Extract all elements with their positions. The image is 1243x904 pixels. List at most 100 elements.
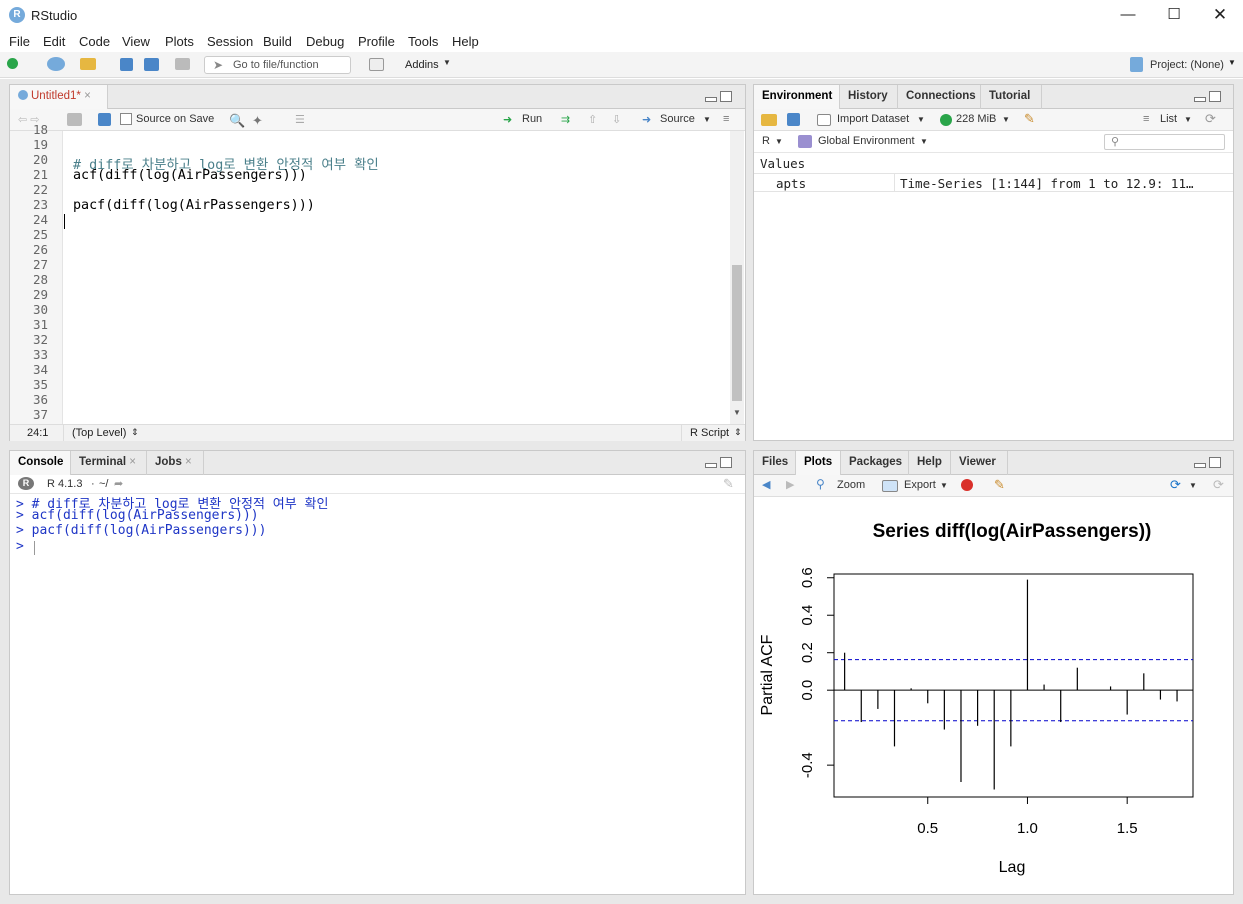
y-tick-label: 0.2 bbox=[799, 642, 816, 663]
refresh-icon[interactable]: ⟳ bbox=[1205, 111, 1216, 127]
run-arrow-icon: ➜ bbox=[503, 114, 513, 126]
forward-arrow-icon[interactable]: ▶ bbox=[786, 478, 794, 491]
open-folder-icon[interactable] bbox=[80, 58, 96, 70]
save-icon[interactable] bbox=[787, 113, 800, 126]
values-header: Values bbox=[754, 153, 1233, 173]
menu-help[interactable]: Help bbox=[452, 34, 479, 49]
back-arrow-icon[interactable]: ◀ bbox=[762, 478, 770, 491]
publish-icon[interactable]: ⟳ bbox=[1170, 477, 1181, 493]
clear-console-icon[interactable]: ✎ bbox=[723, 476, 734, 492]
broom-icon[interactable]: ✎ bbox=[1024, 111, 1035, 127]
tab-terminal[interactable]: Terminal × bbox=[71, 451, 147, 475]
tab-untitled1[interactable]: Untitled1* × bbox=[10, 85, 108, 109]
goto-file-input[interactable]: ➤ Go to file/function bbox=[204, 56, 351, 74]
maximize-icon[interactable]: ☐ bbox=[1151, 0, 1197, 30]
editor-scroll-thumb[interactable] bbox=[732, 265, 742, 401]
code-line-21[interactable]: acf(diff(log(AirPassengers))) bbox=[73, 168, 307, 183]
pane-layout-icon[interactable] bbox=[369, 58, 384, 71]
tab-history[interactable]: History bbox=[840, 85, 898, 109]
remove-plot-icon[interactable] bbox=[961, 479, 973, 491]
tab-environment[interactable]: Environment bbox=[754, 85, 840, 109]
goto-file-placeholder: Go to file/function bbox=[233, 59, 319, 71]
global-environment-selector[interactable]: Global Environment bbox=[818, 135, 915, 147]
tab-viewer[interactable]: Viewer bbox=[951, 451, 1008, 475]
working-dir[interactable]: ~/ bbox=[99, 478, 108, 490]
scroll-down-icon[interactable]: ▼ bbox=[733, 408, 741, 417]
pane-minmax-icons[interactable] bbox=[1192, 91, 1222, 103]
close-tab-icon[interactable]: × bbox=[129, 456, 136, 468]
tab-files[interactable]: Files bbox=[754, 451, 796, 475]
up-arrow-icon[interactable]: ⇧ bbox=[588, 113, 597, 126]
close-tab-icon[interactable]: × bbox=[185, 456, 192, 468]
tab-connections[interactable]: Connections bbox=[898, 85, 981, 109]
variable-value: Time-Series [1:144] from 1 to 12.9: 11… bbox=[900, 176, 1194, 191]
run-button[interactable]: Run bbox=[522, 113, 542, 125]
minimize-icon[interactable]: — bbox=[1105, 0, 1151, 30]
tab-packages[interactable]: Packages bbox=[841, 451, 909, 475]
env-row-apts[interactable]: apts Time-Series [1:144] from 1 to 12.9:… bbox=[754, 173, 1233, 192]
pane-minmax-icons[interactable] bbox=[703, 457, 733, 469]
print-icon[interactable] bbox=[175, 58, 190, 70]
magic-wand-icon[interactable]: ✦ bbox=[252, 113, 263, 129]
env-search-input[interactable]: ⚲ bbox=[1104, 134, 1225, 150]
tab-plots[interactable]: Plots bbox=[796, 451, 841, 475]
down-arrow-icon[interactable]: ⇩ bbox=[612, 113, 621, 126]
menu-edit[interactable]: Edit bbox=[43, 34, 65, 49]
list-view-selector[interactable]: List bbox=[1160, 113, 1177, 125]
chevron-down-icon: ▼ bbox=[940, 481, 948, 490]
file-type[interactable]: R Script bbox=[690, 427, 729, 439]
close-tab-icon[interactable]: × bbox=[84, 90, 91, 102]
close-icon[interactable]: ✕ bbox=[1197, 0, 1243, 30]
line-number: 26 bbox=[32, 242, 48, 257]
source-button[interactable]: Source bbox=[660, 113, 695, 125]
x-tick-label: 1.5 bbox=[1117, 820, 1138, 837]
source-on-save-checkbox[interactable] bbox=[120, 113, 132, 125]
console-prompt[interactable]: > bbox=[16, 539, 32, 554]
export-button[interactable]: Export bbox=[904, 479, 936, 491]
pane-minmax-icons[interactable] bbox=[1192, 457, 1222, 469]
menu-code[interactable]: Code bbox=[79, 34, 110, 49]
menu-tools[interactable]: Tools bbox=[408, 34, 438, 49]
rerun-icon[interactable]: ⇉ bbox=[561, 113, 570, 126]
new-file-icon[interactable] bbox=[7, 58, 18, 69]
line-number: 37 bbox=[32, 407, 48, 422]
menu-file[interactable]: File bbox=[9, 34, 30, 49]
tab-help[interactable]: Help bbox=[909, 451, 951, 475]
goto-dir-icon[interactable]: ➦ bbox=[114, 477, 123, 490]
plot-area: 0.5 1.0 1.5 -0.4 0.0 0.2 0.4 0.6 bbox=[799, 567, 1194, 837]
menu-debug[interactable]: Debug bbox=[306, 34, 344, 49]
scope-indicator[interactable]: (Top Level) bbox=[72, 427, 126, 439]
menu-profile[interactable]: Profile bbox=[358, 34, 395, 49]
tab-console[interactable]: Console bbox=[10, 451, 71, 475]
project-selector[interactable]: Project: (None) bbox=[1150, 59, 1224, 71]
refresh-icon[interactable]: ⟳ bbox=[1213, 477, 1224, 493]
console-cursor bbox=[34, 541, 35, 555]
source-toolbar: ⇦ ⇨ Source on Save 🔍 ✦ ☰ ➜ Run ⇉ ⇧ ⇩ ➜ S… bbox=[10, 109, 745, 131]
open-folder-icon[interactable] bbox=[761, 114, 777, 126]
save-icon[interactable] bbox=[98, 113, 111, 126]
r-logo-icon: R bbox=[18, 477, 34, 490]
broom-icon[interactable]: ✎ bbox=[994, 477, 1005, 493]
values-section-label: Values bbox=[760, 156, 806, 171]
menu-plots[interactable]: Plots bbox=[165, 34, 194, 49]
pane-minmax-icons[interactable] bbox=[703, 91, 733, 103]
outline-toggle-icon[interactable]: ≡ bbox=[723, 113, 729, 125]
tab-jobs[interactable]: Jobs × bbox=[147, 451, 204, 475]
import-dataset-button[interactable]: Import Dataset bbox=[837, 113, 909, 125]
save-all-icon[interactable] bbox=[144, 58, 159, 71]
menu-build[interactable]: Build bbox=[263, 34, 292, 49]
new-project-icon[interactable] bbox=[47, 57, 65, 71]
memory-usage[interactable]: 228 MiB bbox=[956, 113, 996, 125]
tab-tutorial[interactable]: Tutorial bbox=[981, 85, 1042, 109]
zoom-button[interactable]: Zoom bbox=[837, 479, 865, 491]
show-in-window-icon[interactable] bbox=[67, 113, 82, 126]
menu-view[interactable]: View bbox=[122, 34, 150, 49]
menu-session[interactable]: Session bbox=[207, 34, 253, 49]
console-line: > pacf(diff(log(AirPassengers))) bbox=[16, 523, 267, 538]
outline-icon[interactable]: ☰ bbox=[295, 113, 305, 126]
code-line-23[interactable]: pacf(diff(log(AirPassengers))) bbox=[73, 198, 315, 213]
search-icon[interactable]: 🔍 bbox=[229, 113, 245, 129]
save-icon[interactable] bbox=[120, 58, 133, 71]
language-selector[interactable]: R bbox=[762, 135, 770, 147]
addins-menu[interactable]: Addins bbox=[405, 59, 439, 71]
